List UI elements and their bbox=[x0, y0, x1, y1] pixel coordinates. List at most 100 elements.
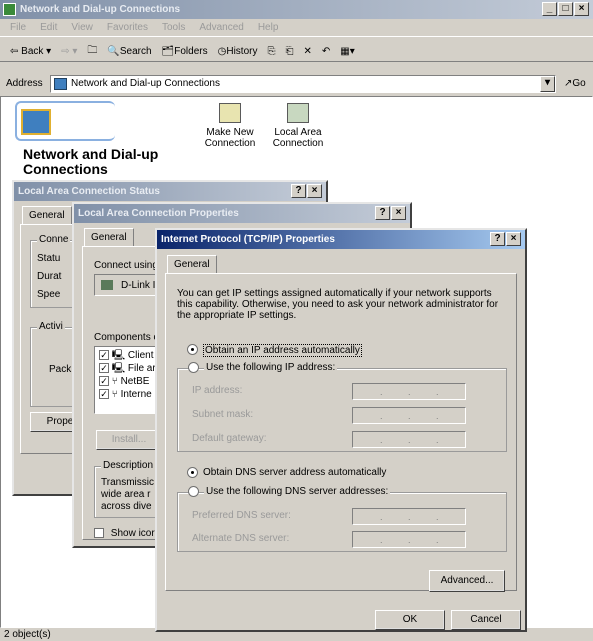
search-button[interactable]: 🔍Search bbox=[107, 46, 151, 57]
alternate-dns-field[interactable]: ... bbox=[352, 531, 466, 548]
subnet-mask-field[interactable]: ... bbox=[352, 407, 466, 424]
checkbox-checked-icon[interactable]: ✓ bbox=[99, 376, 109, 387]
search-label: Search bbox=[119, 46, 152, 57]
ip-dot: . bbox=[408, 411, 411, 421]
ip-address-field[interactable]: ... bbox=[352, 383, 466, 400]
tcpip-dialog-title: Internet Protocol (TCP/IP) Properties bbox=[161, 234, 335, 245]
menu-help[interactable]: Help bbox=[258, 22, 279, 33]
use-following-dns-radio[interactable] bbox=[188, 486, 199, 497]
description-title: Description bbox=[101, 460, 156, 471]
move-to-icon[interactable]: ⎘ bbox=[267, 46, 275, 57]
undo-icon[interactable]: ↶ bbox=[322, 46, 330, 57]
address-dropdown-icon[interactable]: ▾ bbox=[540, 76, 555, 92]
back-label: Back bbox=[21, 46, 44, 57]
obtain-dns-auto-radio[interactable] bbox=[187, 467, 198, 478]
ip-dot: . bbox=[380, 512, 383, 522]
maximize-icon[interactable]: □ bbox=[558, 2, 573, 16]
close-icon[interactable]: × bbox=[391, 206, 406, 220]
delete-icon[interactable]: ✕ bbox=[303, 46, 311, 57]
forward-button[interactable]: ⇨ ▾ bbox=[61, 46, 77, 57]
menu-view[interactable]: View bbox=[71, 22, 93, 33]
preferred-dns-field[interactable]: ... bbox=[352, 508, 466, 525]
ip-dot: . bbox=[436, 411, 439, 421]
obtain-ip-auto-label[interactable]: Obtain an IP address automatically bbox=[203, 344, 362, 357]
back-button[interactable]: ⇦ Back ▾ bbox=[10, 46, 51, 57]
network-folder-large-icon bbox=[21, 109, 51, 135]
use-following-dns-label[interactable]: Use the following DNS server addresses: bbox=[204, 486, 391, 497]
search-icon: 🔍 bbox=[107, 46, 120, 57]
ok-button[interactable]: OK bbox=[375, 610, 445, 630]
folders-button[interactable]: 🗂Folders bbox=[162, 46, 208, 57]
folder-title: Network and Dial-up Connections bbox=[23, 146, 159, 177]
windows-logo-icon bbox=[3, 3, 16, 16]
preferred-dns-label: Preferred DNS server: bbox=[192, 510, 291, 521]
history-button[interactable]: ◷History bbox=[218, 46, 258, 57]
menu-edit[interactable]: Edit bbox=[40, 22, 57, 33]
checkbox-checked-icon[interactable]: ✓ bbox=[99, 389, 109, 400]
properties-dialog-titlebar[interactable]: Local Area Connection Properties ? × bbox=[74, 204, 410, 223]
tcpip-dialog-titlebar[interactable]: Internet Protocol (TCP/IP) Properties ? … bbox=[157, 230, 525, 249]
intro-text: You can get IP settings assigned automat… bbox=[177, 288, 499, 321]
close-icon[interactable]: × bbox=[574, 2, 589, 16]
ip-dot: . bbox=[408, 535, 411, 545]
ip-dot: . bbox=[408, 387, 411, 397]
menu-file[interactable]: File bbox=[10, 22, 26, 33]
default-gateway-field[interactable]: ... bbox=[352, 431, 466, 448]
checkbox-unchecked-icon[interactable] bbox=[94, 528, 104, 539]
minimize-icon[interactable]: _ bbox=[542, 2, 557, 16]
checkbox-checked-icon[interactable]: ✓ bbox=[99, 363, 109, 374]
tcpip-dialog: Internet Protocol (TCP/IP) Properties ? … bbox=[155, 228, 527, 632]
help-icon[interactable]: ? bbox=[490, 232, 505, 246]
help-icon[interactable]: ? bbox=[375, 206, 390, 220]
copy-to-icon[interactable]: ⎗ bbox=[285, 46, 293, 57]
dns-group: Use the following DNS server addresses: … bbox=[177, 486, 507, 552]
ip-dot: . bbox=[380, 411, 383, 421]
explorer-titlebar[interactable]: Network and Dial-up Connections _ □ × bbox=[0, 0, 593, 19]
components-list[interactable]: ✓ 🖳 Client ✓ 🖳 File ar ✓ ⑂ NetBE ✓ ⑂ Int… bbox=[94, 346, 164, 414]
status-text: 2 object(s) bbox=[4, 629, 51, 640]
default-gateway-label: Default gateway: bbox=[192, 433, 267, 444]
ip-dot: . bbox=[436, 435, 439, 445]
folders-icon: 🗂 bbox=[161, 46, 175, 57]
views-icon[interactable]: ▦▾ bbox=[340, 46, 354, 57]
activity-group-title: Activi bbox=[37, 321, 65, 332]
go-button[interactable]: ↗Go bbox=[564, 78, 586, 89]
close-icon[interactable]: × bbox=[307, 184, 322, 198]
obtain-ip-auto-radio[interactable] bbox=[187, 344, 198, 355]
use-following-ip-radio[interactable] bbox=[188, 362, 199, 373]
ip-dot: . bbox=[380, 435, 383, 445]
help-icon[interactable]: ? bbox=[291, 184, 306, 198]
local-area-connection-item[interactable]: Local Area Connection bbox=[267, 103, 329, 149]
tab-general[interactable]: General bbox=[22, 206, 72, 224]
status-row-duration: Durat bbox=[37, 271, 62, 282]
advanced-button[interactable]: Advanced... bbox=[429, 570, 505, 592]
ip-dot: . bbox=[436, 512, 439, 522]
protocol-icon: ⑂ bbox=[111, 376, 118, 387]
status-row-status: Statu bbox=[37, 253, 61, 264]
menu-favorites[interactable]: Favorites bbox=[107, 22, 148, 33]
history-label: History bbox=[226, 46, 258, 57]
menu-tools[interactable]: Tools bbox=[162, 22, 185, 33]
tab-general[interactable]: General bbox=[167, 255, 217, 273]
status-dialog-titlebar[interactable]: Local Area Connection Status ? × bbox=[14, 182, 326, 201]
show-icon-checkbox[interactable]: Show icor bbox=[94, 528, 155, 539]
make-new-connection-item[interactable]: Make New Connection bbox=[199, 103, 261, 149]
go-label: Go bbox=[572, 78, 586, 89]
tab-general[interactable]: General bbox=[84, 228, 134, 246]
use-following-ip-label[interactable]: Use the following IP address: bbox=[204, 362, 338, 373]
obtain-dns-auto-label[interactable]: Obtain DNS server address automatically bbox=[203, 467, 386, 478]
close-icon[interactable]: × bbox=[506, 232, 521, 246]
make-new-connection-icon bbox=[219, 103, 241, 123]
ip-dot: . bbox=[436, 535, 439, 545]
description-line: across dive bbox=[101, 501, 152, 512]
up-folder-icon[interactable]: 🗀 bbox=[87, 43, 97, 60]
ip-dot: . bbox=[380, 387, 383, 397]
packets-label: Pack bbox=[49, 364, 72, 375]
menu-bar: File Edit View Favorites Tools Advanced … bbox=[0, 19, 593, 37]
checkbox-checked-icon[interactable]: ✓ bbox=[99, 350, 109, 361]
address-input[interactable]: Network and Dial-up Connections ▾ bbox=[50, 75, 556, 93]
install-button[interactable]: Install... bbox=[96, 430, 162, 450]
description-group: Description Transmissic wide area r acro… bbox=[94, 460, 164, 518]
menu-advanced[interactable]: Advanced bbox=[199, 22, 243, 33]
cancel-button[interactable]: Cancel bbox=[451, 610, 521, 630]
